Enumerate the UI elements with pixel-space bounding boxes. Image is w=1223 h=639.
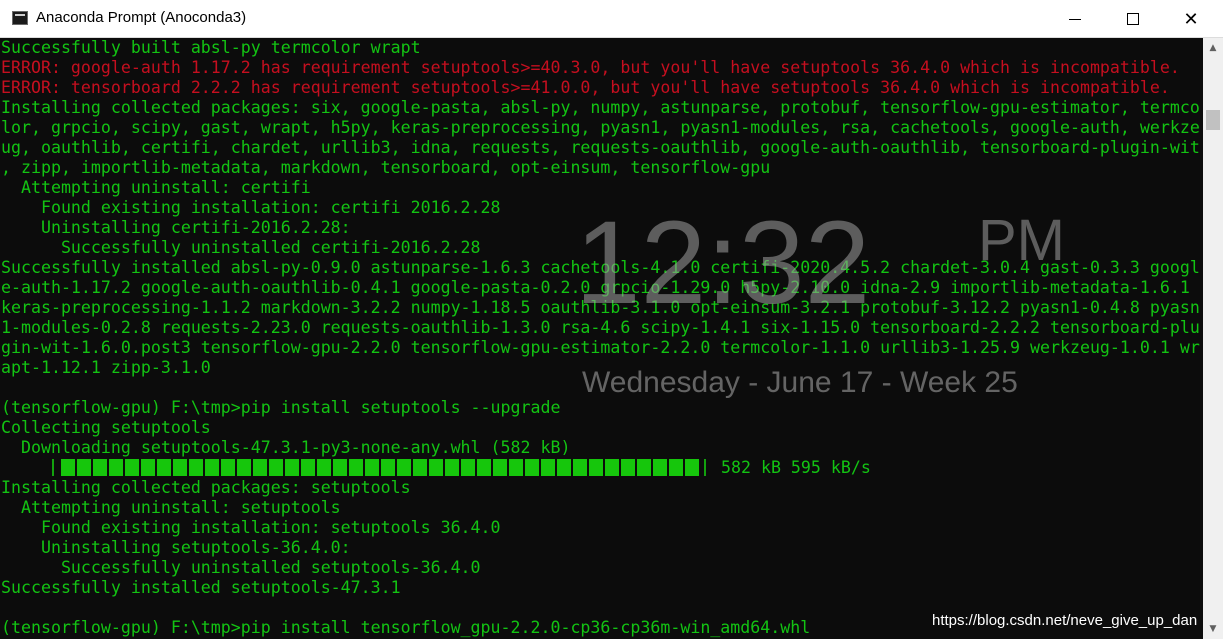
console-line: Found existing installation: setuptools … [1, 518, 501, 537]
maximize-button[interactable] [1104, 0, 1162, 38]
console-line: ERROR: tensorboard 2.2.2 has requirement… [1, 78, 1170, 97]
progress-bar-left-edge [52, 459, 54, 476]
scroll-down-icon[interactable]: ▼ [1203, 619, 1223, 639]
console-line: ERROR: google-auth 1.17.2 has requiremen… [1, 58, 1180, 77]
vertical-scrollbar[interactable]: ▲ ▼ [1203, 38, 1223, 639]
clock-time: 12:32 [575, 197, 871, 329]
console-window: Anaconda Prompt (Anoconda3) ✕ Successful… [0, 0, 1223, 639]
console-line: ug, oauthlib, certifi, chardet, urllib3,… [1, 138, 1200, 157]
console-line: Uninstalling setuptools-36.4.0: [1, 538, 351, 557]
console-line: lor, grpcio, scipy, gast, wrapt, h5py, k… [1, 118, 1200, 137]
close-icon: ✕ [1183, 8, 1199, 30]
progress-bar-right-edge [704, 459, 706, 476]
console-output[interactable]: Successfully built absl-py termcolor wra… [0, 38, 1203, 639]
console-line: Installing collected packages: setuptool… [1, 478, 411, 497]
console-line: Found existing installation: certifi 201… [1, 198, 501, 217]
console-line: Successfully uninstalled certifi-2016.2.… [1, 238, 481, 257]
minimize-icon [1069, 18, 1081, 20]
console-line: Successfully uninstalled setuptools-36.4… [1, 558, 481, 577]
scroll-up-icon[interactable]: ▲ [1203, 38, 1223, 58]
download-progress-bar [61, 459, 701, 476]
maximize-icon [1127, 13, 1139, 25]
console-line: apt-1.12.1 zipp-3.1.0 [1, 358, 211, 377]
scrollbar-thumb[interactable] [1206, 110, 1220, 130]
console-line: , zipp, importlib-metadata, markdown, te… [1, 158, 771, 177]
close-button[interactable]: ✕ [1162, 0, 1220, 38]
console-line: (tensorflow-gpu) F:\tmp>pip install setu… [1, 398, 561, 417]
console-line: (tensorflow-gpu) F:\tmp>pip install tens… [1, 618, 811, 637]
terminal-icon [12, 11, 28, 25]
download-progress-status: 582 kB 595 kB/s [721, 458, 871, 477]
clock-date: Wednesday - June 17 - Week 25 [582, 366, 1018, 399]
clock-ampm: PM [978, 208, 1065, 273]
console-line: Attempting uninstall: setuptools [1, 498, 341, 517]
console-line: gin-wit-1.6.0.post3 tensorflow-gpu-2.2.0… [1, 338, 1200, 357]
console-line: Successfully built absl-py termcolor wra… [1, 38, 421, 57]
console-line: Downloading setuptools-47.3.1-py3-none-a… [1, 438, 571, 457]
console-line: Attempting uninstall: certifi [1, 178, 311, 197]
window-title: Anaconda Prompt (Anoconda3) [36, 9, 247, 26]
title-bar[interactable]: Anaconda Prompt (Anoconda3) ✕ [0, 0, 1223, 38]
console-line: Collecting setuptools [1, 418, 211, 437]
console-line: Installing collected packages: six, goog… [1, 98, 1200, 117]
minimize-button[interactable] [1046, 0, 1104, 38]
watermark: https://blog.csdn.net/neve_give_up_dan [932, 612, 1198, 629]
console-line: Uninstalling certifi-2016.2.28: [1, 218, 351, 237]
console-line: Successfully installed setuptools-47.3.1 [1, 578, 401, 597]
